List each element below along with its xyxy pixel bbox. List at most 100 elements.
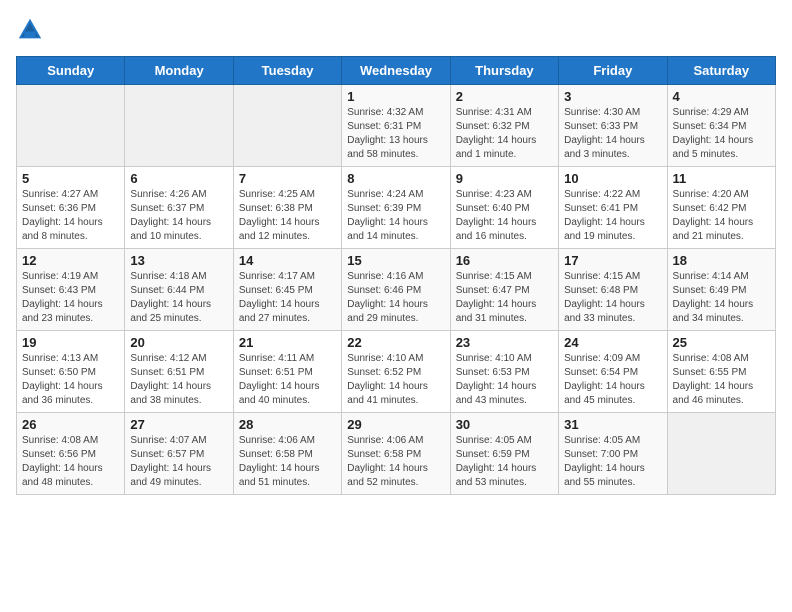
- day-number: 8: [347, 171, 444, 186]
- day-number: 13: [130, 253, 227, 268]
- day-number: 10: [564, 171, 661, 186]
- day-info: Daylight: 14 hours and 16 minutes.: [456, 216, 553, 244]
- calendar-cell: 20Sunrise: 4:12 AMSunset: 6:51 PMDayligh…: [125, 331, 233, 413]
- day-info: Sunset: 6:52 PM: [347, 366, 444, 380]
- day-info: Daylight: 14 hours and 29 minutes.: [347, 298, 444, 326]
- day-info: Sunset: 6:34 PM: [673, 120, 770, 134]
- day-info: Daylight: 14 hours and 1 minute.: [456, 134, 553, 162]
- day-info: Sunrise: 4:18 AM: [130, 270, 227, 284]
- day-number: 12: [22, 253, 119, 268]
- day-number: 4: [673, 89, 770, 104]
- day-info: Sunset: 6:32 PM: [456, 120, 553, 134]
- day-number: 20: [130, 335, 227, 350]
- calendar-cell: 11Sunrise: 4:20 AMSunset: 6:42 PMDayligh…: [667, 167, 775, 249]
- day-info: Daylight: 14 hours and 46 minutes.: [673, 380, 770, 408]
- calendar-table: SundayMondayTuesdayWednesdayThursdayFrid…: [16, 56, 776, 495]
- calendar-cell: 8Sunrise: 4:24 AMSunset: 6:39 PMDaylight…: [342, 167, 450, 249]
- day-info: Sunrise: 4:12 AM: [130, 352, 227, 366]
- day-info: Sunrise: 4:15 AM: [564, 270, 661, 284]
- day-info: Daylight: 14 hours and 27 minutes.: [239, 298, 336, 326]
- day-info: Sunset: 6:57 PM: [130, 448, 227, 462]
- day-number: 28: [239, 417, 336, 432]
- day-info: Sunrise: 4:25 AM: [239, 188, 336, 202]
- calendar-cell: [125, 85, 233, 167]
- day-info: Daylight: 14 hours and 14 minutes.: [347, 216, 444, 244]
- day-info: Daylight: 14 hours and 25 minutes.: [130, 298, 227, 326]
- day-info: Daylight: 14 hours and 41 minutes.: [347, 380, 444, 408]
- day-number: 26: [22, 417, 119, 432]
- day-info: Sunset: 6:55 PM: [673, 366, 770, 380]
- calendar-cell: 12Sunrise: 4:19 AMSunset: 6:43 PMDayligh…: [17, 249, 125, 331]
- day-info: Sunrise: 4:15 AM: [456, 270, 553, 284]
- day-info: Daylight: 14 hours and 36 minutes.: [22, 380, 119, 408]
- day-info: Daylight: 14 hours and 19 minutes.: [564, 216, 661, 244]
- day-info: Sunset: 6:38 PM: [239, 202, 336, 216]
- day-info: Sunrise: 4:10 AM: [456, 352, 553, 366]
- day-info: Sunrise: 4:05 AM: [564, 434, 661, 448]
- calendar-cell: 9Sunrise: 4:23 AMSunset: 6:40 PMDaylight…: [450, 167, 558, 249]
- day-info: Sunrise: 4:07 AM: [130, 434, 227, 448]
- day-info: Daylight: 14 hours and 48 minutes.: [22, 462, 119, 490]
- day-info: Daylight: 14 hours and 21 minutes.: [673, 216, 770, 244]
- day-info: Daylight: 14 hours and 51 minutes.: [239, 462, 336, 490]
- day-info: Daylight: 14 hours and 52 minutes.: [347, 462, 444, 490]
- day-info: Daylight: 13 hours and 58 minutes.: [347, 134, 444, 162]
- day-info: Sunset: 6:33 PM: [564, 120, 661, 134]
- day-info: Sunrise: 4:06 AM: [239, 434, 336, 448]
- day-info: Sunrise: 4:23 AM: [456, 188, 553, 202]
- calendar-header: SundayMondayTuesdayWednesdayThursdayFrid…: [17, 57, 776, 85]
- day-of-week-header: Thursday: [450, 57, 558, 85]
- day-info: Sunrise: 4:32 AM: [347, 106, 444, 120]
- day-info: Sunset: 7:00 PM: [564, 448, 661, 462]
- day-info: Daylight: 14 hours and 34 minutes.: [673, 298, 770, 326]
- calendar-cell: 26Sunrise: 4:08 AMSunset: 6:56 PMDayligh…: [17, 413, 125, 495]
- day-info: Daylight: 14 hours and 40 minutes.: [239, 380, 336, 408]
- day-number: 31: [564, 417, 661, 432]
- day-info: Sunset: 6:46 PM: [347, 284, 444, 298]
- day-info: Daylight: 14 hours and 8 minutes.: [22, 216, 119, 244]
- calendar-cell: 2Sunrise: 4:31 AMSunset: 6:32 PMDaylight…: [450, 85, 558, 167]
- calendar-cell: 19Sunrise: 4:13 AMSunset: 6:50 PMDayligh…: [17, 331, 125, 413]
- day-info: Sunset: 6:53 PM: [456, 366, 553, 380]
- calendar-cell: 29Sunrise: 4:06 AMSunset: 6:58 PMDayligh…: [342, 413, 450, 495]
- day-number: 14: [239, 253, 336, 268]
- day-number: 15: [347, 253, 444, 268]
- day-info: Sunset: 6:44 PM: [130, 284, 227, 298]
- calendar-cell: [667, 413, 775, 495]
- day-number: 17: [564, 253, 661, 268]
- day-info: Sunset: 6:51 PM: [239, 366, 336, 380]
- day-info: Sunset: 6:58 PM: [347, 448, 444, 462]
- day-info: Daylight: 14 hours and 3 minutes.: [564, 134, 661, 162]
- day-info: Daylight: 14 hours and 45 minutes.: [564, 380, 661, 408]
- calendar-cell: [233, 85, 341, 167]
- calendar-cell: 3Sunrise: 4:30 AMSunset: 6:33 PMDaylight…: [559, 85, 667, 167]
- day-number: 1: [347, 89, 444, 104]
- day-info: Sunrise: 4:08 AM: [22, 434, 119, 448]
- day-info: Sunset: 6:43 PM: [22, 284, 119, 298]
- day-info: Sunrise: 4:30 AM: [564, 106, 661, 120]
- day-of-week-header: Friday: [559, 57, 667, 85]
- day-info: Daylight: 14 hours and 53 minutes.: [456, 462, 553, 490]
- logo-icon: [16, 16, 44, 44]
- calendar-cell: 10Sunrise: 4:22 AMSunset: 6:41 PMDayligh…: [559, 167, 667, 249]
- logo: [16, 16, 48, 44]
- day-info: Daylight: 14 hours and 49 minutes.: [130, 462, 227, 490]
- day-number: 16: [456, 253, 553, 268]
- day-info: Sunrise: 4:19 AM: [22, 270, 119, 284]
- day-number: 6: [130, 171, 227, 186]
- calendar-cell: 5Sunrise: 4:27 AMSunset: 6:36 PMDaylight…: [17, 167, 125, 249]
- calendar-cell: 6Sunrise: 4:26 AMSunset: 6:37 PMDaylight…: [125, 167, 233, 249]
- calendar-cell: 23Sunrise: 4:10 AMSunset: 6:53 PMDayligh…: [450, 331, 558, 413]
- day-number: 2: [456, 89, 553, 104]
- day-info: Sunrise: 4:06 AM: [347, 434, 444, 448]
- day-info: Sunset: 6:42 PM: [673, 202, 770, 216]
- day-info: Daylight: 14 hours and 31 minutes.: [456, 298, 553, 326]
- day-info: Sunset: 6:45 PM: [239, 284, 336, 298]
- calendar-cell: 28Sunrise: 4:06 AMSunset: 6:58 PMDayligh…: [233, 413, 341, 495]
- day-info: Sunset: 6:50 PM: [22, 366, 119, 380]
- day-number: 30: [456, 417, 553, 432]
- calendar-cell: 7Sunrise: 4:25 AMSunset: 6:38 PMDaylight…: [233, 167, 341, 249]
- day-number: 27: [130, 417, 227, 432]
- calendar-cell: 14Sunrise: 4:17 AMSunset: 6:45 PMDayligh…: [233, 249, 341, 331]
- day-number: 18: [673, 253, 770, 268]
